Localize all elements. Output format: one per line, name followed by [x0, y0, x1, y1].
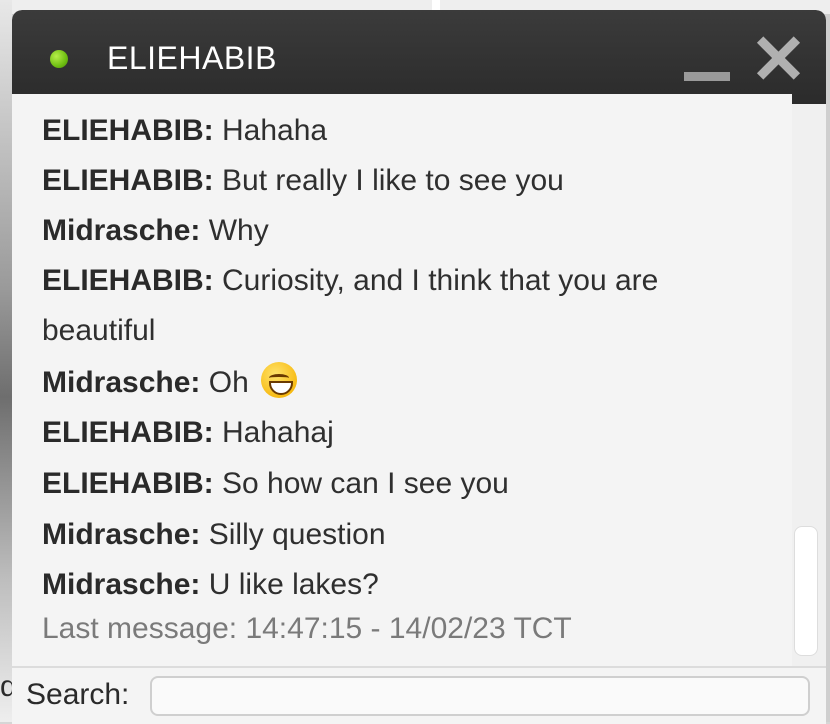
message-sender: ELIEHABIB: [42, 114, 214, 147]
online-status-icon [50, 50, 68, 68]
message-sender: ELIEHABIB: [42, 467, 214, 500]
title-bar[interactable]: ELIEHABIB [12, 10, 826, 104]
message-text: U like lakes? [208, 568, 379, 601]
message-text: Hahahaj [222, 416, 334, 449]
message-text: Silly question [208, 518, 386, 551]
chat-message: Midrasche: Why [42, 206, 742, 256]
chat-message: ELIEHABIB: Curiosity, and I think that y… [42, 256, 742, 306]
search-input[interactable] [150, 676, 810, 716]
clipped-text: d [0, 670, 12, 703]
message-sender: Midrasche: [42, 518, 201, 551]
search-label: Search: [26, 678, 130, 711]
message-sender: Midrasche: [42, 366, 201, 399]
message-text: But really I like to see you [222, 164, 564, 197]
message-text: Curiosity, and I think that you are [222, 264, 659, 297]
grinning-face-emoji-icon [261, 362, 298, 398]
chat-message: Midrasche: Silly question [42, 510, 742, 560]
chat-log: ELIEHABIB: Hahaha ELIEHABIB: But really … [12, 94, 792, 656]
message-text: So how can I see you [222, 467, 509, 500]
chat-message: ELIEHABIB: Hahahaj [42, 408, 742, 458]
message-text: Hahaha [222, 114, 328, 147]
chat-message: ELIEHABIB: So how can I see you [42, 459, 742, 509]
minimize-icon[interactable] [684, 72, 730, 81]
message-sender: Midrasche: [42, 568, 201, 601]
chat-message: Midrasche: U like lakes? [42, 560, 742, 610]
chat-message-continuation: beautiful [42, 306, 742, 356]
chat-message: ELIEHABIB: But really I like to see you [42, 156, 742, 206]
message-text: Why [208, 214, 269, 247]
chat-message: Midrasche: Oh [42, 358, 742, 408]
message-sender: ELIEHABIB: [42, 164, 214, 197]
message-text: beautiful [42, 314, 156, 347]
last-message-timestamp: Last message: 14:47:15 - 14/02/23 TCT [42, 612, 572, 645]
close-icon[interactable] [756, 36, 800, 80]
message-text: Oh [208, 366, 249, 399]
chat-message: ELIEHABIB: Hahaha [42, 106, 742, 156]
window-title: ELIEHABIB [107, 40, 277, 76]
background-left-strip [0, 0, 12, 722]
message-sender: ELIEHABIB: [42, 264, 214, 297]
scrollbar-thumb[interactable] [794, 526, 818, 656]
message-sender: ELIEHABIB: [42, 416, 214, 449]
message-sender: Midrasche: [42, 214, 201, 247]
